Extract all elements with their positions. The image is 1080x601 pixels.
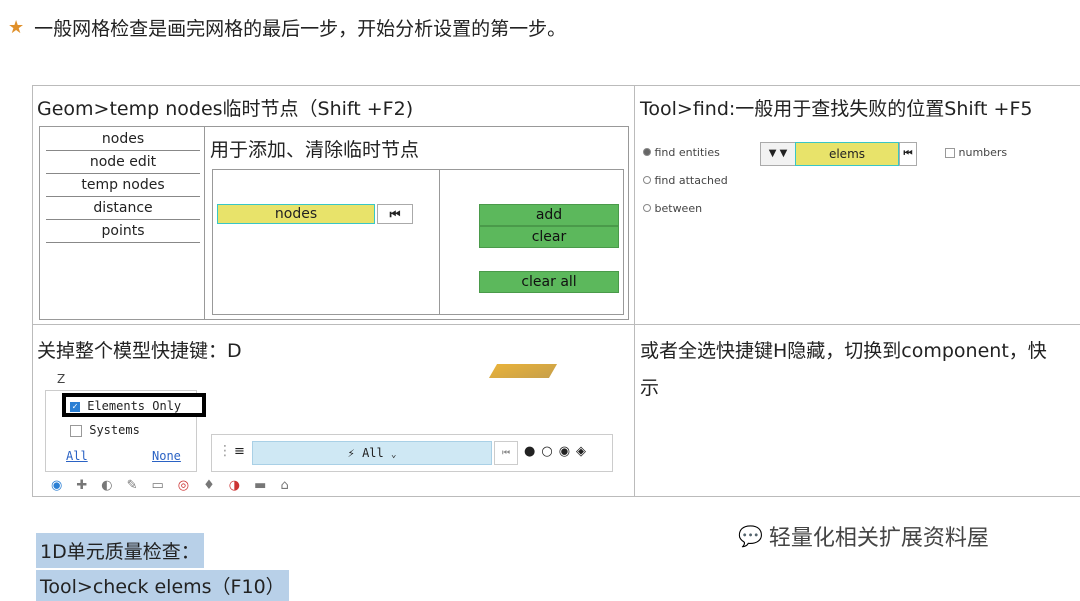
- watermark: 💬 轻量化相关扩展资料屋: [738, 524, 989, 551]
- menu-item-points[interactable]: points: [46, 221, 200, 243]
- tool-icon[interactable]: ▬: [254, 478, 280, 492]
- menu-item-distance[interactable]: distance: [46, 198, 200, 220]
- tool-icon[interactable]: ♦: [203, 478, 229, 492]
- elems-selector-field[interactable]: elems: [795, 142, 899, 166]
- menu-item-temp-nodes[interactable]: temp nodes: [46, 175, 200, 197]
- nodes-selector-field[interactable]: nodes: [217, 204, 375, 224]
- axis-z-label: Z: [57, 372, 66, 386]
- tool-icon[interactable]: ▭: [152, 478, 178, 492]
- deselect-icon[interactable]: ◈: [576, 444, 592, 459]
- tool-icon[interactable]: ◎: [178, 478, 203, 492]
- radio-between[interactable]: between: [643, 202, 702, 215]
- intro-text: 一般网格检查是画完网格的最后一步，开始分析设置的第一步。: [34, 18, 567, 40]
- add-button[interactable]: add: [479, 204, 619, 226]
- table-divider-horizontal: [33, 324, 1080, 325]
- table-divider-vertical: [634, 86, 635, 496]
- section-next-line: Tool>check elems（F10）: [36, 570, 289, 601]
- checkmark-icon: ✓: [70, 401, 80, 412]
- entity-type-dropdown[interactable]: ▼ ▼: [760, 142, 796, 166]
- model-toolbar: ◉✚◐✎▭◎♦◑▬⌂: [51, 478, 611, 492]
- entity-filter-panel: ✓ Elements Only Systems All None: [45, 390, 206, 472]
- tool-icon[interactable]: ✚: [76, 478, 101, 492]
- star-icon: ★: [8, 17, 25, 38]
- temp-nodes-subpanel: nodes ⏮ add clear clear all: [212, 169, 624, 315]
- selection-tools: ●○◉◈: [524, 444, 592, 459]
- tool-icon[interactable]: ◑: [229, 478, 254, 492]
- menu-item-node-edit[interactable]: node edit: [46, 152, 200, 174]
- checkbox-icon: [945, 148, 955, 158]
- find-cell-title: Tool>find:一般用于查找失败的位置Shift +F5: [640, 98, 1033, 120]
- h-cell-title: 或者全选快捷键H隐藏，切换到component，快: [640, 340, 1047, 362]
- numbers-checkbox[interactable]: numbers: [945, 146, 1007, 159]
- menu-icon[interactable]: ≡: [234, 444, 245, 459]
- checkbox-icon: [70, 424, 82, 437]
- temp-nodes-description: 用于添加、清除临时节点: [210, 139, 420, 161]
- reset-selection-icon[interactable]: ⏮: [377, 204, 413, 224]
- lightning-icon: ⚡: [347, 446, 355, 460]
- temp-nodes-panel: nodes node edit temp nodes distance poin…: [39, 126, 629, 320]
- reset-selection-icon[interactable]: ⏮: [899, 142, 917, 166]
- clear-button[interactable]: clear: [479, 226, 619, 248]
- select-entities-icon[interactable]: ●: [524, 444, 541, 459]
- radio-find-attached[interactable]: find attached: [643, 174, 728, 187]
- selection-toolbar: ⋮ ≡ ⚡ All ⌄ ⏮ ●○◉◈: [211, 434, 613, 472]
- radio-circle-icon: [643, 176, 651, 184]
- d-cell-title: 关掉整个模型快捷键：D: [37, 340, 242, 362]
- h-cell-title-continued: 示: [640, 377, 660, 399]
- clear-all-button[interactable]: clear all: [479, 271, 619, 293]
- model-preview-fragment: [488, 364, 558, 378]
- entity-selector[interactable]: ⚡ All ⌄: [252, 441, 492, 465]
- radio-dot-icon: [643, 148, 651, 156]
- select-all-link[interactable]: All: [66, 449, 88, 463]
- section-heading: 1D单元质量检查：: [36, 533, 204, 568]
- temp-nodes-menu: nodes node edit temp nodes distance poin…: [40, 127, 205, 319]
- filter-elements-only[interactable]: ✓ Elements Only: [70, 399, 181, 413]
- chevron-down-icon: ▼ ▼: [768, 148, 788, 159]
- intro-line: ★ 一般网格检查是画完网格的最后一步，开始分析设置的第一步。: [8, 14, 566, 41]
- attached-icon[interactable]: ○: [541, 444, 558, 459]
- wechat-icon: 💬: [738, 524, 763, 548]
- subpanel-divider: [439, 170, 440, 314]
- shortcut-table: Geom>temp nodes临时节点（Shift +F2) nodes nod…: [32, 85, 1080, 497]
- tool-icon[interactable]: ◐: [101, 478, 126, 492]
- reset-icon[interactable]: ⏮: [494, 441, 518, 465]
- geom-cell-title: Geom>temp nodes临时节点（Shift +F2): [37, 98, 414, 120]
- select-none-link[interactable]: None: [152, 449, 181, 463]
- tool-icon[interactable]: ⌂: [280, 478, 302, 492]
- radio-circle-icon: [643, 204, 651, 212]
- drag-handle-icon[interactable]: ⋮: [218, 443, 232, 459]
- chevron-down-icon: ⌄: [390, 450, 397, 460]
- filter-systems[interactable]: Systems: [70, 423, 140, 437]
- group-select-icon[interactable]: ◉: [559, 444, 576, 459]
- tool-icon[interactable]: ✎: [127, 478, 152, 492]
- menu-item-nodes[interactable]: nodes: [46, 129, 200, 151]
- radio-find-entities[interactable]: find entities: [643, 146, 720, 159]
- globe-icon[interactable]: ◉: [51, 478, 76, 492]
